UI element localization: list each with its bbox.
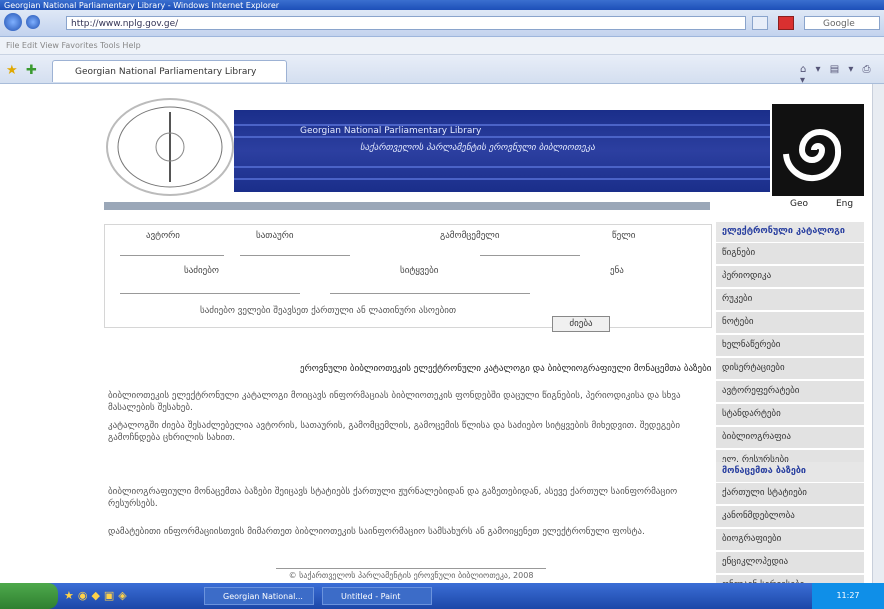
sidebar-item[interactable]: ენციკლოპედია bbox=[716, 552, 864, 575]
tab-active[interactable]: Georgian National Parliamentary Library bbox=[52, 60, 287, 82]
paragraph: კატალოგში ძიება შესაძლებელია ავტორის, სა… bbox=[108, 421, 680, 443]
sidebar-item[interactable]: ბიბლიოგრაფია bbox=[716, 427, 864, 450]
words-label: სიტყვები bbox=[400, 266, 439, 276]
toolbar-icons[interactable]: ⌂ ▾ ▤ ▾ ⎙ ▾ bbox=[800, 64, 880, 86]
publisher-select[interactable] bbox=[480, 244, 580, 256]
library-seal-logo bbox=[106, 98, 234, 196]
system-tray-clock: 11:27 bbox=[812, 583, 884, 609]
sidebar-catalog-title: ელექტრონული კატალოგი bbox=[716, 222, 864, 243]
sidebar-item[interactable]: პერიოდიკა bbox=[716, 266, 864, 289]
start-button[interactable] bbox=[0, 583, 58, 609]
add-favorites-icon[interactable]: ✚ bbox=[26, 64, 40, 78]
vertical-scrollbar[interactable] bbox=[872, 84, 884, 583]
forward-icon[interactable] bbox=[26, 15, 40, 29]
sidebar-item[interactable]: ქართული სტატიები bbox=[716, 483, 864, 506]
publisher-label: გამომცემელი bbox=[440, 231, 500, 241]
stop-icon[interactable] bbox=[778, 16, 794, 30]
sidebar-item[interactable]: დისერტაციები bbox=[716, 358, 864, 381]
search-button[interactable]: ძიება bbox=[552, 316, 610, 332]
lang-geo-link[interactable]: Geo bbox=[790, 199, 808, 209]
title-label: სათაური bbox=[256, 231, 294, 241]
sidebar-item[interactable]: ნოტები bbox=[716, 312, 864, 335]
spiral-logo bbox=[772, 104, 864, 196]
taskbar-item-paint[interactable]: Untitled - Paint bbox=[322, 587, 432, 605]
sidebar-item[interactable]: ხელნაწერები bbox=[716, 335, 864, 358]
quicklaunch-icons[interactable]: ★◉◆▣◈ bbox=[64, 589, 174, 603]
window-title: Georgian National Parliamentary Library … bbox=[4, 1, 280, 10]
menu-items[interactable]: File Edit View Favorites Tools Help bbox=[0, 41, 141, 50]
header-title: Georgian National Parliamentary Library bbox=[300, 126, 482, 136]
form-note: საძიებო ველები შეავსეთ ქართული ან ლათინუ… bbox=[200, 306, 457, 316]
sidebar-catalog: ელექტრონული კატალოგი წიგნები პერიოდიკა რ… bbox=[716, 222, 864, 473]
taskbar-item-browser[interactable]: Georgian National... bbox=[204, 587, 314, 605]
author-label: ავტორი bbox=[146, 231, 180, 241]
refresh-icon[interactable] bbox=[752, 16, 768, 30]
page-footer: © საქართველოს პარლამენტის ეროვნული ბიბლი… bbox=[276, 568, 546, 580]
header-divider bbox=[104, 202, 710, 210]
paragraph: დამატებითი ინფორმაციისთვის მიმართეთ ბიბლ… bbox=[108, 527, 645, 537]
keywords-label: საძიებო bbox=[184, 266, 219, 276]
menu-bar: File Edit View Favorites Tools Help bbox=[0, 37, 884, 55]
sidebar-item[interactable]: კანონმდებლობა bbox=[716, 506, 864, 529]
header-subtitle: საქართველოს პარლამენტის ეროვნული ბიბლიოთ… bbox=[360, 143, 595, 153]
window-title-bar: Georgian National Parliamentary Library … bbox=[0, 0, 884, 10]
address-bar[interactable]: http://www.nplg.gov.ge/ bbox=[66, 16, 746, 30]
sidebar-item[interactable]: რუკები bbox=[716, 289, 864, 312]
words-input[interactable] bbox=[330, 282, 530, 294]
sidebar-databases-title: მონაცემთა ბაზები bbox=[716, 462, 864, 483]
sidebar-item[interactable]: წიგნები bbox=[716, 243, 864, 266]
search-input[interactable]: Google bbox=[804, 16, 880, 30]
paragraph: ბიბლიოთეკის ელექტრონული კატალოგი მოიცავს… bbox=[108, 391, 681, 413]
year-label: წელი bbox=[612, 231, 636, 241]
paragraph: ბიბლიოგრაფიული მონაცემთა ბაზები შეიცავს … bbox=[108, 487, 678, 509]
sidebar-item[interactable]: ბიოგრაფიები bbox=[716, 529, 864, 552]
lang-eng-link[interactable]: Eng bbox=[836, 199, 853, 209]
author-select[interactable] bbox=[120, 244, 224, 256]
favorites-star-icon[interactable]: ★ bbox=[6, 64, 20, 78]
back-icon[interactable] bbox=[4, 13, 22, 31]
intro-text: ეროვნული ბიბლიოთეკის ელექტრონული კატალოგ… bbox=[300, 364, 712, 374]
keywords-input[interactable] bbox=[120, 282, 300, 294]
language-label: ენა bbox=[610, 266, 624, 276]
sidebar-item[interactable]: სტანდარტები bbox=[716, 404, 864, 427]
sidebar-databases: მონაცემთა ბაზები ქართული სტატიები კანონმ… bbox=[716, 462, 864, 598]
sidebar-item[interactable]: ავტორეფერატები bbox=[716, 381, 864, 404]
title-select[interactable] bbox=[240, 244, 350, 256]
